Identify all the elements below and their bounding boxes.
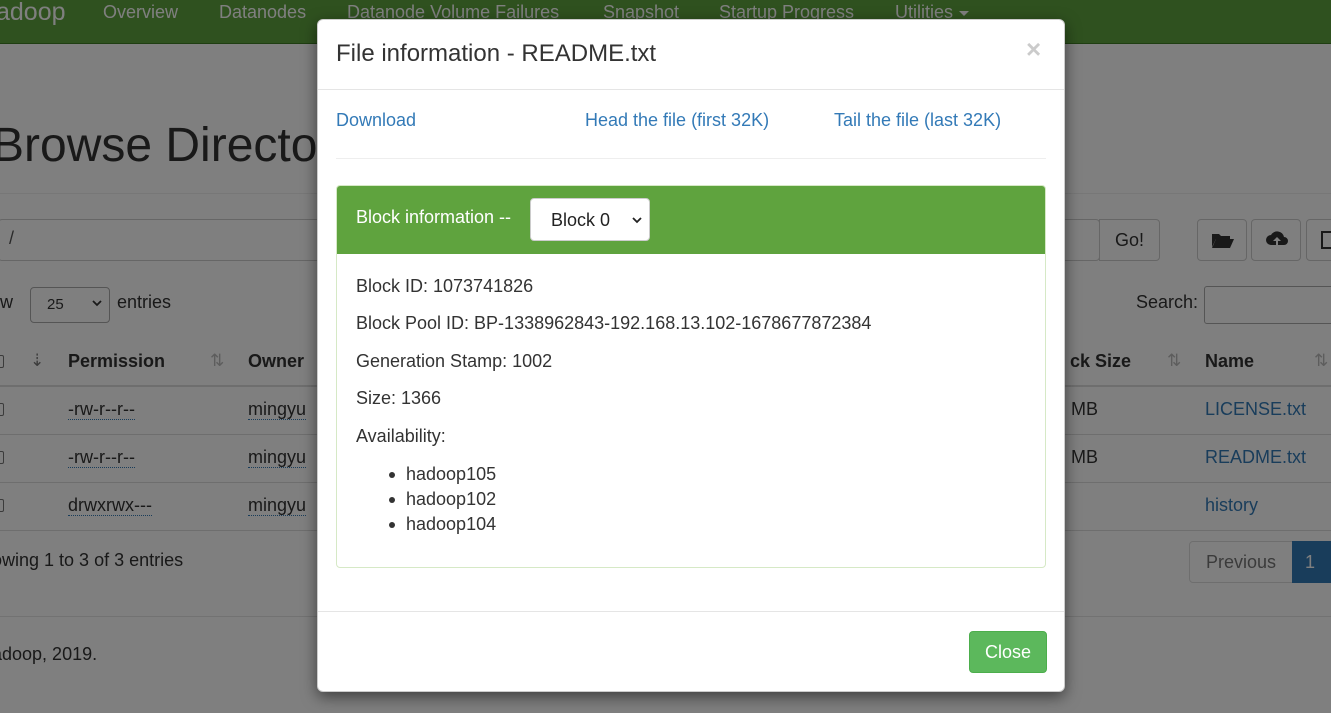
block-select[interactable]: Block 0 bbox=[530, 198, 650, 241]
block-size: Size: 1366 bbox=[356, 388, 442, 408]
block-pool-id: Block Pool ID: BP-1338962843-192.168.13.… bbox=[356, 313, 872, 333]
list-item: hadoop104 bbox=[389, 512, 496, 537]
panel-heading: Block information -- Block 0 bbox=[337, 186, 1045, 254]
block-select-value: Block 0 bbox=[551, 210, 611, 230]
download-link[interactable]: Download bbox=[336, 110, 416, 131]
list-item: hadoop105 bbox=[389, 462, 496, 487]
generation-stamp: Generation Stamp: 1002 bbox=[356, 351, 553, 371]
head-file-link[interactable]: Head the file (first 32K) bbox=[585, 110, 769, 131]
availability-label: Availability: bbox=[356, 426, 446, 446]
links-divider bbox=[336, 158, 1046, 159]
modal-title: File information - README.txt bbox=[336, 40, 657, 67]
list-item: hadoop102 bbox=[389, 487, 496, 512]
panel-heading-label: Block information -- bbox=[356, 207, 512, 227]
tail-file-link[interactable]: Tail the file (last 32K) bbox=[834, 110, 1001, 131]
modal-footer-divider bbox=[318, 611, 1064, 612]
block-id: Block ID: 1073741826 bbox=[356, 276, 534, 296]
file-info-modal: File information - README.txt × Download… bbox=[317, 19, 1065, 692]
chevron-down-icon bbox=[632, 217, 642, 224]
close-button[interactable]: Close bbox=[969, 631, 1047, 673]
block-info-panel: Block information -- Block 0 Block ID: 1… bbox=[336, 185, 1046, 568]
close-icon[interactable]: × bbox=[1026, 36, 1041, 62]
availability-list: hadoop105 hadoop102 hadoop104 bbox=[389, 462, 496, 537]
modal-header-divider bbox=[318, 89, 1064, 90]
